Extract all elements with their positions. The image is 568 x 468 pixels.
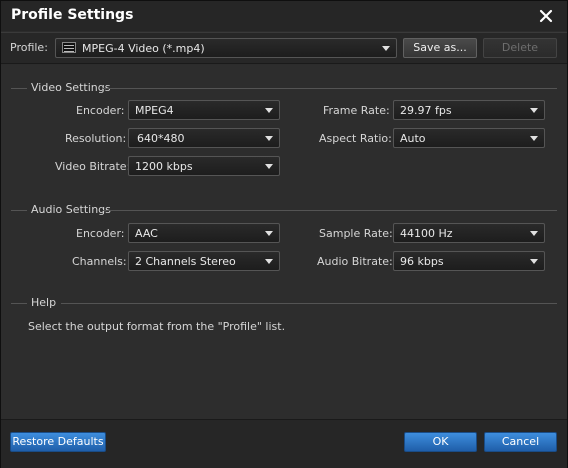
sample-rate-label: Sample Rate: — [319, 227, 393, 240]
close-icon[interactable] — [537, 7, 555, 25]
frame-rate-value: 29.97 fps — [400, 104, 452, 117]
help-text: Select the output format from the "Profi… — [28, 320, 286, 333]
profile-select[interactable]: MPEG-4 Video (*.mp4) — [55, 38, 397, 58]
chevron-down-icon — [265, 164, 273, 169]
ok-button[interactable]: OK — [404, 432, 477, 452]
audio-bitrate-value: 96 kbps — [400, 255, 444, 268]
restore-defaults-button[interactable]: Restore Defaults — [10, 432, 106, 452]
sample-rate-value: 44100 Hz — [400, 227, 453, 240]
chevron-down-icon — [382, 46, 390, 51]
aspect-ratio-select[interactable]: Auto — [393, 128, 545, 148]
chevron-down-icon — [265, 108, 273, 113]
profile-label: Profile: — [10, 41, 48, 54]
cancel-button[interactable]: Cancel — [484, 432, 557, 452]
help-heading: Help — [11, 296, 557, 310]
delete-button[interactable]: Delete — [483, 38, 557, 58]
channels-select[interactable]: 2 Channels Stereo — [128, 251, 280, 271]
profile-settings-dialog: Profile Settings Profile: MPEG-4 Video (… — [0, 0, 568, 468]
audio-settings-heading: Audio Settings — [11, 203, 557, 217]
video-encoder-value: MPEG4 — [135, 104, 174, 117]
audio-encoder-value: AAC — [135, 227, 158, 240]
chevron-down-icon — [530, 136, 538, 141]
chevron-down-icon — [530, 231, 538, 236]
title-bar: Profile Settings — [1, 1, 567, 31]
frame-rate-select[interactable]: 29.97 fps — [393, 100, 545, 120]
video-settings-heading: Video Settings — [11, 81, 557, 95]
video-bitrate-value: 1200 kbps — [135, 160, 193, 173]
profile-row: Profile: MPEG-4 Video (*.mp4) Save as...… — [1, 32, 567, 64]
audio-bitrate-label: Audio Bitrate: — [317, 255, 393, 268]
resolution-value: 640*480 — [137, 132, 185, 145]
dialog-footer: Restore Defaults OK Cancel — [1, 419, 567, 468]
channels-value: 2 Channels Stereo — [135, 255, 236, 268]
resolution-label: Resolution: — [65, 132, 127, 145]
profile-select-value: MPEG-4 Video (*.mp4) — [82, 42, 205, 55]
resolution-select[interactable]: 640*480 — [128, 128, 280, 148]
chevron-down-icon — [265, 231, 273, 236]
aspect-ratio-label: Aspect Ratio: — [319, 132, 392, 145]
dialog-title: Profile Settings — [11, 7, 134, 23]
channels-label: Channels: — [72, 255, 127, 268]
chevron-down-icon — [265, 136, 273, 141]
frame-rate-label: Frame Rate: — [323, 104, 390, 117]
audio-encoder-select[interactable]: AAC — [128, 223, 280, 243]
video-bitrate-label: Video Bitrate: — [55, 160, 131, 173]
mpeg4-file-icon — [62, 42, 76, 53]
audio-bitrate-select[interactable]: 96 kbps — [393, 251, 545, 271]
chevron-down-icon — [265, 259, 273, 264]
chevron-down-icon — [530, 259, 538, 264]
video-bitrate-select[interactable]: 1200 kbps — [128, 156, 280, 176]
chevron-down-icon — [530, 108, 538, 113]
video-encoder-select[interactable]: MPEG4 — [128, 100, 280, 120]
audio-encoder-label: Encoder: — [76, 227, 125, 240]
save-as-button[interactable]: Save as... — [403, 38, 477, 58]
settings-content: Video Settings Encoder: MPEG4 Frame Rate… — [1, 65, 567, 419]
video-encoder-label: Encoder: — [76, 104, 125, 117]
aspect-ratio-value: Auto — [400, 132, 426, 145]
sample-rate-select[interactable]: 44100 Hz — [393, 223, 545, 243]
